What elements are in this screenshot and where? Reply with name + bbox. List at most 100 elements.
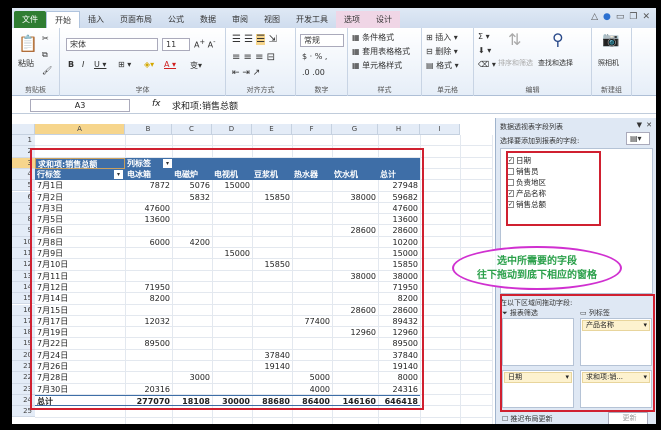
row-header[interactable]: 1 [12,135,35,147]
defer-update-checkbox[interactable]: ☐ 推迟布局更新 [502,414,553,424]
font-group-label: 字体 [135,86,150,94]
binoculars-icon[interactable]: ⚲ [552,30,564,49]
pane-close-icon[interactable]: ✕ [646,121,652,129]
ribbon-tab[interactable]: 选项 [336,11,368,28]
ribbon-tab[interactable]: 视图 [256,11,288,28]
column-header[interactable]: D [212,124,252,135]
conditional-format-button[interactable]: ▦ 条件格式 [352,32,394,43]
copy-icon[interactable]: ⧉ [42,50,48,60]
formula-input[interactable]: 求和项:销售总额 [172,99,238,112]
paste-button[interactable]: 粘贴 [18,58,34,69]
number-format-select[interactable]: 常规 [300,34,344,47]
sort-filter-icon[interactable]: ⇅ [508,30,521,49]
styles-group: ▦ 条件格式 ▦ 套用表格格式 ▦ 单元格样式 样式 [348,28,422,96]
font-name-select[interactable]: 宋体 [66,38,158,51]
update-button[interactable]: 更新 [608,412,648,424]
underline-button[interactable]: U ▾ [94,60,106,69]
worksheet-grid[interactable]: A B C D E F G H I 1 2 3 4 5 6 7 8 9 10 11 12 13 14 15 16 17 18 19 20… [12,118,493,424]
camera-button[interactable]: 照相机 [598,58,619,68]
percent-icons[interactable]: $ · % , [302,52,327,61]
align-top-icons[interactable]: ☰ ☰ ☰ ⇲ [232,34,277,45]
indent-icons[interactable]: ⇤ ⇥ ↗ [232,68,260,78]
delete-button[interactable]: ⊟ 删除 ▾ [426,46,458,57]
clipboard-label: 剪贴板 [25,86,46,94]
column-header[interactable]: B [125,124,172,135]
areas-highlight [500,294,655,412]
ribbon-tab[interactable]: 插入 [80,11,112,28]
name-box[interactable]: A3 [30,99,130,112]
cells-label: 单元格 [437,86,458,94]
cut-icon[interactable]: ✂ [42,34,49,43]
minimize-ribbon-icon[interactable]: △ [591,12,598,22]
insert-button[interactable]: ⊞ 插入 ▾ [426,32,458,43]
fill-icon[interactable]: ⬇ ▾ [478,46,491,55]
ribbon-tab[interactable]: 开发工具 [288,11,336,28]
ribbon-tab[interactable]: 数据 [192,11,224,28]
phonetic-icon[interactable]: 变▾ [190,60,202,71]
bold-button[interactable]: B [68,60,74,69]
paste-icon[interactable]: 📋 [18,34,38,53]
ribbon-tab[interactable]: 审阅 [224,11,256,28]
column-header[interactable]: F [292,124,332,135]
column-header[interactable]: H [378,124,420,135]
align-horizontal-icons[interactable]: ≡ ≡ ≡ ⊟ [232,52,275,63]
pivot-highlight [30,148,424,411]
defer-update-label: 推迟布局更新 [510,415,553,423]
delete-label: 删除 [435,47,452,56]
camera-icon[interactable]: 📷 [602,32,619,48]
column-header[interactable]: E [252,124,292,135]
help-icon[interactable]: ● [603,12,611,22]
autosum-icon[interactable]: Σ ▾ [478,32,490,41]
window-controls: △ ● ▭ ❐ ✕ [591,12,650,22]
gridline [35,145,492,147]
find-select-button[interactable]: 查找和选择 [538,58,573,68]
format-label: 格式 [436,61,453,70]
font-color-icon[interactable]: A ▾ [164,60,176,69]
ribbon-tab[interactable]: 开始 [46,11,80,28]
layout-button[interactable]: ▤▾ [626,132,650,145]
fx-icon[interactable]: fx [152,99,161,109]
ribbon: 📋 粘贴 ✂ ⧉ 🖌 剪贴板 宋体 11 A+ A- B I U ▾ ⊞ ▾ ◈… [12,28,656,96]
cell-styles-label: 单元格样式 [362,61,403,70]
annotation-line-1: 选中所需要的字段 [497,256,577,267]
decimal-icons[interactable]: .0 .00 [302,68,325,77]
fill-color-icon[interactable]: ◈▾ [144,60,154,69]
select-all-corner[interactable] [12,124,35,135]
column-header[interactable]: C [172,124,212,135]
font-size-select[interactable]: 11 [162,38,190,51]
format-button[interactable]: ▤ 格式 ▾ [426,60,459,71]
cell-styles-button[interactable]: ▦ 单元格样式 [352,60,402,71]
clipboard-group: 📋 粘贴 ✂ ⧉ 🖌 剪贴板 [12,28,60,96]
editing-group: Σ ▾ ⬇ ▾ ⌫ ▾ ⇅ 排序和筛选 ⚲ 查找和选择 编辑 [474,28,592,96]
restore-icon[interactable]: ❐ [629,12,637,22]
clear-icon[interactable]: ⌫ ▾ [478,60,496,69]
font-group: 宋体 11 A+ A- B I U ▾ ⊞ ▾ ◈▾ A ▾ 变▾ 字体 [60,28,226,96]
minimize-icon[interactable]: ▭ [616,12,625,22]
sort-filter-button[interactable]: 排序和筛选 [498,58,533,68]
pane-title: 数据透视表字段列表 [500,123,563,131]
ribbon-tab[interactable]: 设计 [368,11,400,28]
number-group: 常规 $ · % , .0 .00 数字 [296,28,348,96]
close-icon[interactable]: ✕ [642,12,650,22]
grow-font-icon[interactable]: A+ A- [194,38,215,50]
pane-dropdown-icon[interactable]: ▼ [637,121,642,129]
conditional-format-label: 条件格式 [362,33,395,42]
column-header[interactable]: I [420,124,460,135]
table-format-label: 套用表格格式 [362,47,411,56]
annotation-bubble: 选中所需要的字段 往下拖动到底下相应的窗格 [452,246,622,290]
format-painter-icon[interactable]: 🖌 [42,66,52,75]
new-group-label: 新建组 [601,86,622,94]
ribbon-tab[interactable]: 文件 [14,11,46,28]
column-header[interactable]: A [35,124,125,135]
number-label: 数字 [314,86,329,94]
ribbon-tab[interactable]: 公式 [160,11,192,28]
border-icon[interactable]: ⊞ ▾ [118,60,131,69]
alignment-label: 对齐方式 [246,86,275,94]
ribbon-tab[interactable]: 页面布局 [112,11,160,28]
column-header[interactable]: G [332,124,378,135]
table-format-button[interactable]: ▦ 套用表格格式 [352,46,410,57]
italic-button[interactable]: I [82,60,84,69]
alignment-group: ☰ ☰ ☰ ⇲ ≡ ≡ ≡ ⊟ ⇤ ⇥ ↗ 对齐方式 [226,28,296,96]
cells-group: ⊞ 插入 ▾ ⊟ 删除 ▾ ▤ 格式 ▾ 单元格 [422,28,474,96]
editing-label: 编辑 [525,86,540,94]
